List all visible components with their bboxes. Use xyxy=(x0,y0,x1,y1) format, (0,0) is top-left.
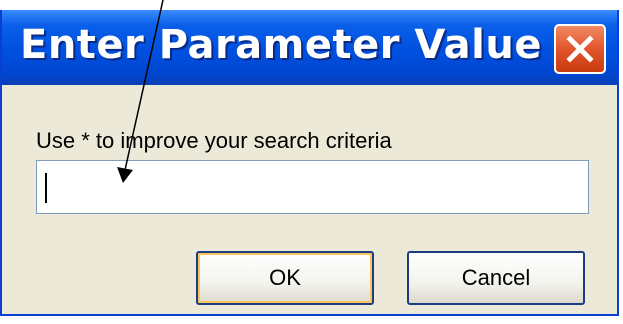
close-button[interactable] xyxy=(554,24,606,74)
text-caret xyxy=(45,173,47,203)
prompt-label: Use * to improve your search criteria xyxy=(36,128,392,153)
title-bar[interactable]: Enter Parameter Value xyxy=(2,10,617,85)
enter-parameter-dialog: Enter Parameter Value Use * to improve y… xyxy=(0,10,619,316)
cancel-button[interactable]: Cancel xyxy=(407,251,585,305)
close-icon xyxy=(566,35,594,63)
parameter-input[interactable] xyxy=(36,160,589,214)
dialog-title: Enter Parameter Value xyxy=(20,22,542,68)
ok-button[interactable]: OK xyxy=(196,251,374,305)
